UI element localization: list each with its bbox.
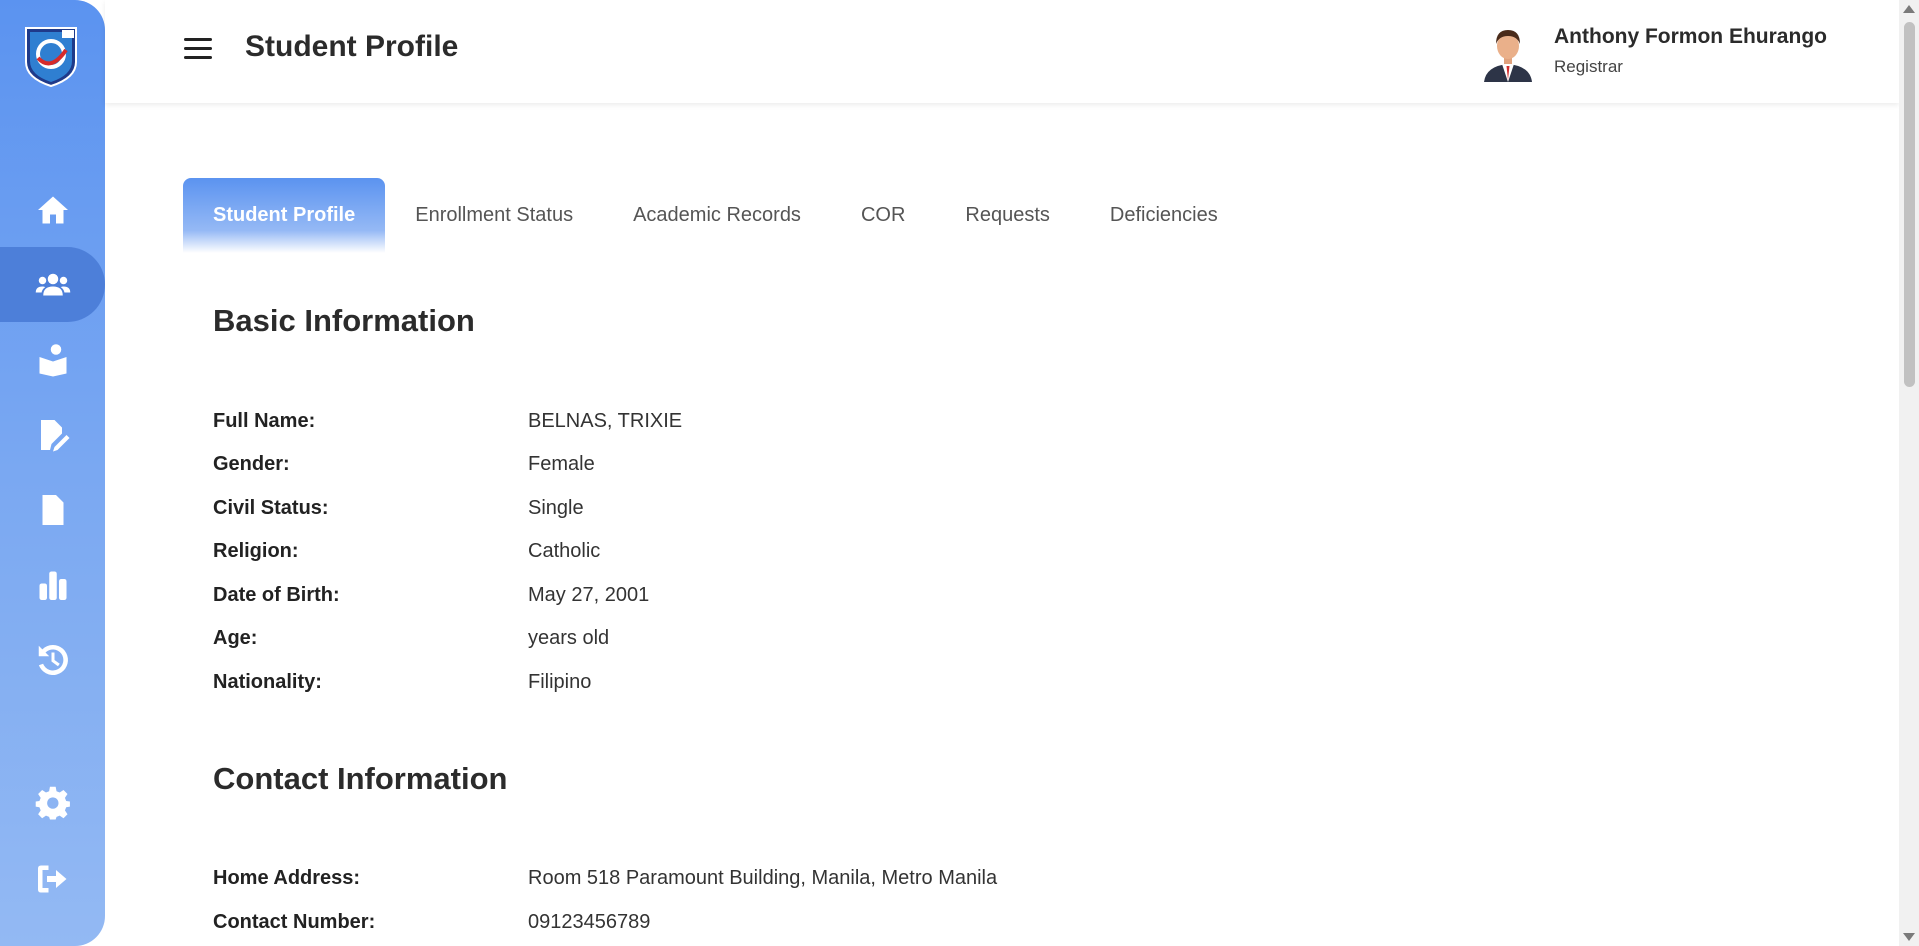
nav-enrollment[interactable]	[0, 322, 105, 397]
tab-student-profile[interactable]: Student Profile	[183, 178, 386, 253]
nav-reports[interactable]	[0, 547, 105, 622]
user-role: Registrar	[1554, 57, 1623, 76]
logout-icon	[37, 865, 66, 892]
gear-icon	[35, 786, 70, 819]
nav-students[interactable]	[0, 247, 105, 322]
hamburger-menu-icon[interactable]	[184, 38, 212, 62]
age-label: Age:	[213, 627, 258, 649]
nav-settings[interactable]	[0, 766, 105, 841]
top-header: Student Profile Anthony Formon Ehurango …	[105, 0, 1899, 103]
user-avatar[interactable]	[1480, 24, 1536, 82]
nav-history[interactable]	[0, 622, 105, 697]
religion-value: Catholic	[528, 540, 601, 562]
home-icon	[37, 196, 68, 223]
tab-deficiencies[interactable]: Deficiencies	[1080, 178, 1248, 253]
profile-tabs: Student Profile Enrollment Status Academ…	[183, 178, 1248, 253]
scrollbar-thumb[interactable]	[1904, 22, 1915, 387]
user-name: Anthony Formon Ehurango	[1554, 25, 1827, 48]
gender-value: Female	[528, 453, 595, 475]
file-signature-icon	[42, 494, 63, 525]
nationality-label: Nationality:	[213, 671, 322, 693]
full-name-value: BELNAS, TRIXIE	[528, 410, 683, 432]
scroll-down-arrow-icon[interactable]	[1903, 933, 1915, 941]
school-logo-icon	[20, 24, 82, 88]
nav-logout[interactable]	[0, 841, 105, 916]
date-of-birth-value: May 27, 2001	[528, 584, 650, 606]
contact-info-heading: Contact Information	[213, 761, 508, 796]
contact-number-label: Contact Number:	[213, 911, 376, 933]
page-title: Student Profile	[245, 30, 459, 63]
full-name-label: Full Name:	[213, 410, 316, 432]
nav-documents[interactable]	[0, 472, 105, 547]
tab-cor[interactable]: COR	[831, 178, 935, 253]
history-icon	[38, 644, 68, 675]
nav-records[interactable]	[0, 397, 105, 472]
nav-home[interactable]	[0, 172, 105, 247]
home-address-value: Room 518 Paramount Building, Manila, Met…	[528, 867, 998, 889]
contact-number-value: 09123456789	[528, 911, 651, 933]
sidebar	[0, 0, 105, 946]
civil-status-label: Civil Status:	[213, 497, 329, 519]
users-icon	[35, 273, 70, 295]
reader-icon	[39, 343, 66, 376]
religion-label: Religion:	[213, 540, 299, 562]
page-scrollbar[interactable]	[1899, 0, 1919, 946]
tab-enrollment-status[interactable]: Enrollment Status	[385, 178, 603, 253]
date-of-birth-label: Date of Birth:	[213, 584, 340, 606]
civil-status-value: Single	[528, 497, 584, 519]
tab-academic-records[interactable]: Academic Records	[603, 178, 831, 253]
app-root: Student Profile Anthony Formon Ehurango …	[0, 0, 1919, 946]
scroll-up-arrow-icon[interactable]	[1903, 5, 1915, 13]
gender-label: Gender:	[213, 453, 290, 475]
basic-info-heading: Basic Information	[213, 303, 475, 338]
bar-chart-icon	[39, 571, 66, 600]
tab-requests[interactable]: Requests	[935, 178, 1080, 253]
nationality-value: Filipino	[528, 671, 592, 693]
age-value: years old	[528, 627, 610, 649]
home-address-label: Home Address:	[213, 867, 361, 889]
file-edit-icon	[40, 419, 69, 451]
